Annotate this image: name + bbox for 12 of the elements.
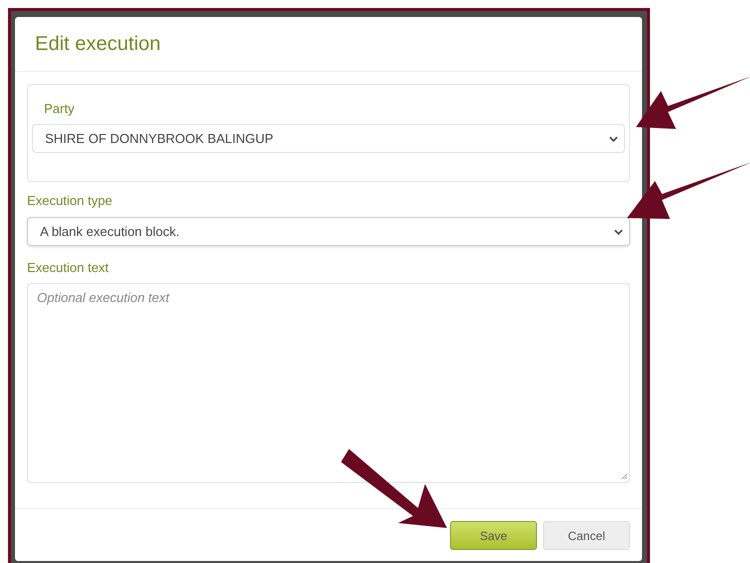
execution-text-field[interactable]: Optional execution text [27,283,630,483]
resize-grip-icon [621,473,628,480]
dialog-title: Edit execution [35,32,161,56]
save-button[interactable]: Save [450,521,537,550]
chevron-icon [614,228,623,234]
field-label: Execution text [27,260,110,275]
field-label: Party [44,101,76,116]
cancel-button[interactable]: Cancel [543,521,630,550]
execution-type-dropdown[interactable]: A blank execution block. [27,217,630,246]
chevron-icon [609,136,618,142]
party-dropdown[interactable]: SHIRE OF DONNYBROOK BALINGUP [32,124,625,153]
field-label: Execution type [27,193,114,208]
